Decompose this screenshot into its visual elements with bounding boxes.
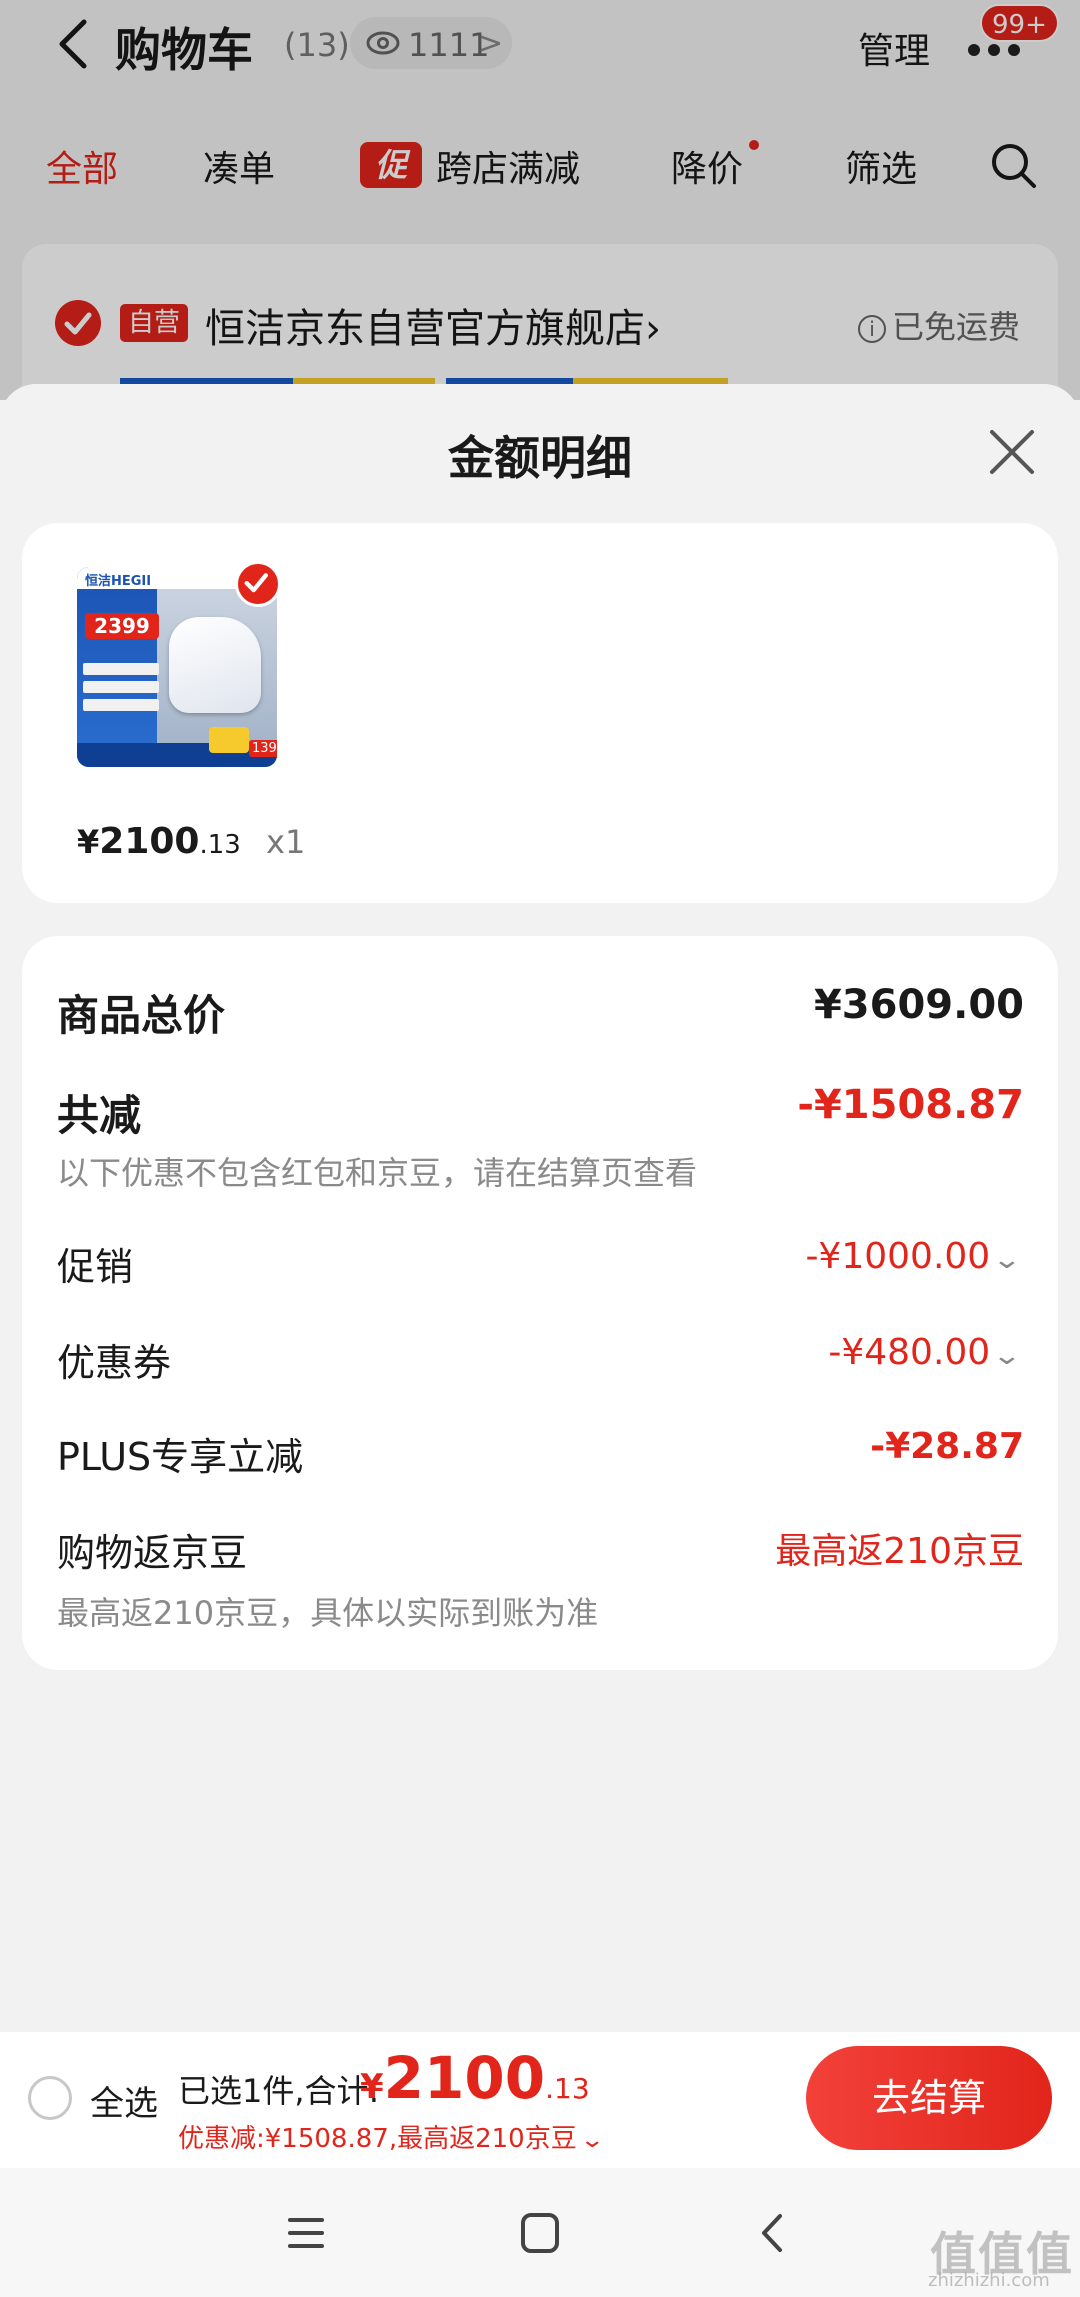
thumb-strip: [83, 681, 159, 693]
amount-detail-sheet: 金额明细 恒洁HEGII 2399 1399 ¥2100.13 x1 商品总价: [0, 384, 1080, 2034]
item-price-dec: .13: [199, 830, 241, 860]
item-price-yen: ¥: [77, 823, 100, 861]
checkout-total-yen: ¥: [360, 2067, 384, 2107]
modal-overlay[interactable]: [0, 0, 1080, 400]
jingdou-return-value: 最高返210京豆: [775, 1531, 1024, 1572]
promotion-row-toggle[interactable]: -¥1000.00⌄: [805, 1236, 1022, 1277]
item-price-int: 2100: [99, 821, 200, 862]
checkout-total-dec: .13: [545, 2072, 590, 2105]
thumb-strip: [83, 663, 159, 675]
coupon-row-toggle[interactable]: -¥480.00⌄: [828, 1332, 1022, 1373]
close-icon[interactable]: [986, 426, 1038, 478]
system-nav-bar: 值值值 zhizhizhi.com: [0, 2168, 1080, 2297]
thumb-stamp: [209, 727, 249, 753]
selected-summary: 已选1件,合计:: [178, 2072, 380, 2110]
chevron-down-icon: ⌄: [579, 2128, 605, 2153]
home-icon[interactable]: [510, 2208, 570, 2258]
coupon-value: -¥480.00: [828, 1332, 991, 1373]
item-checked-icon[interactable]: [235, 561, 281, 607]
select-all-label[interactable]: 全选: [90, 2076, 158, 2125]
promotion-label: 促销: [57, 1245, 134, 1289]
total-reduction-label: 共减: [57, 1091, 142, 1140]
discount-summary: 优惠减:¥1508.87,最高返210京豆: [178, 2124, 577, 2154]
total-price-label: 商品总价: [57, 991, 226, 1040]
watermark-url: zhizhizhi.com: [928, 2270, 1050, 2291]
discount-summary-toggle[interactable]: 优惠减:¥1508.87,最高返210京豆 ⌄: [178, 2118, 605, 2155]
total-price-value: ¥3609.00: [813, 982, 1024, 1028]
jingdou-return-label: 购物返京豆: [57, 1531, 248, 1575]
coupon-label: 优惠券: [57, 1341, 172, 1385]
chevron-down-icon: ⌄: [991, 1245, 1023, 1275]
thumb-strip: [83, 699, 159, 711]
toilet-image: [169, 617, 261, 713]
promotion-value: -¥1000.00: [805, 1236, 991, 1277]
back-icon[interactable]: [744, 2208, 804, 2258]
thumb-bottom-price: 1399: [249, 740, 277, 757]
plus-discount-label: PLUS专享立减: [57, 1435, 304, 1479]
select-all-radio[interactable]: [28, 2076, 72, 2120]
checkout-total-int: 2100: [383, 2044, 546, 2112]
checkout-total: ¥2100.13: [360, 2044, 590, 2112]
chevron-down-icon: ⌄: [991, 1341, 1023, 1371]
total-reduction-value: -¥1508.87: [797, 1082, 1024, 1128]
thumb-price: 2399: [85, 613, 159, 639]
reduction-note: 以下优惠不包含红包和京豆，请在结算页查看: [57, 1154, 698, 1192]
plus-discount-value: -¥28.87: [870, 1426, 1024, 1467]
checkout-bar: 全选 已选1件,合计: ¥2100.13 优惠减:¥1508.87,最高返210…: [0, 2032, 1080, 2168]
item-price: ¥2100.13: [77, 821, 241, 862]
checkout-button[interactable]: 去结算: [806, 2046, 1052, 2150]
jingdou-note: 最高返210京豆，具体以实际到账为准: [57, 1594, 599, 1632]
price-breakdown-card: 商品总价 ¥3609.00 共减 -¥1508.87 以下优惠不包含红包和京豆，…: [22, 936, 1058, 1670]
thumb-brand: 恒洁HEGII: [85, 574, 152, 589]
item-quantity: x1: [266, 823, 306, 861]
menu-icon[interactable]: [276, 2208, 336, 2258]
product-card: 恒洁HEGII 2399 1399 ¥2100.13 x1: [22, 523, 1058, 903]
sheet-title: 金额明细: [448, 431, 632, 485]
